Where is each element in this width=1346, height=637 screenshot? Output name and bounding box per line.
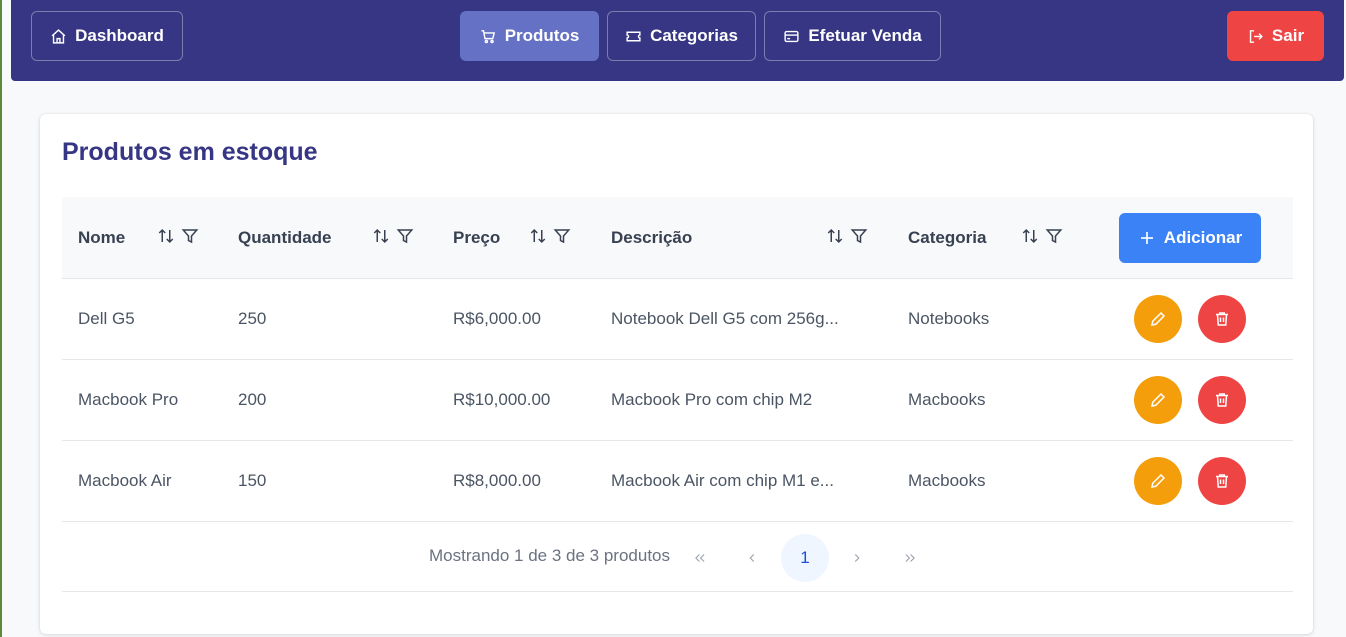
- sort-icon[interactable]: [826, 227, 844, 245]
- column-header-nome: Nome: [78, 228, 126, 247]
- pagination: Mostrando 1 de 3 de 3 produtos 1: [62, 522, 1293, 592]
- delete-button[interactable]: [1198, 295, 1246, 343]
- cell-categoria: Macbooks: [908, 471, 986, 490]
- dashboard-button[interactable]: Dashboard: [31, 11, 183, 61]
- table-row: Macbook Air 150 R$8,000.00 Macbook Air c…: [62, 441, 1293, 522]
- filter-icon[interactable]: [396, 227, 414, 245]
- sort-icon[interactable]: [1021, 227, 1039, 245]
- trash-icon: [1216, 474, 1228, 488]
- sort-icon[interactable]: [372, 227, 390, 245]
- cell-nome: Macbook Air: [78, 471, 172, 490]
- home-icon: [51, 28, 66, 44]
- credit-card-icon: [784, 30, 799, 42]
- sair-button[interactable]: Sair: [1227, 11, 1324, 61]
- cell-preco: R$10,000.00: [453, 390, 551, 409]
- produtos-button[interactable]: Produtos: [460, 11, 599, 61]
- top-navbar: Dashboard Produtos Categorias Efetuar Ve…: [11, 0, 1344, 81]
- filter-icon[interactable]: [181, 227, 199, 245]
- column-header-preco: Preço: [453, 228, 501, 247]
- page-button-current[interactable]: 1: [781, 534, 829, 582]
- trash-icon: [1216, 393, 1228, 407]
- table-row: Dell G5 250 R$6,000.00 Notebook Dell G5 …: [62, 279, 1293, 360]
- table-row: Macbook Pro 200 R$10,000.00 Macbook Pro …: [62, 360, 1293, 441]
- sort-icon[interactable]: [529, 227, 547, 245]
- delete-button[interactable]: [1198, 376, 1246, 424]
- sign-out-icon: [1249, 29, 1263, 43]
- chevron-right-icon: [854, 554, 860, 562]
- cell-quantidade: 250: [238, 309, 267, 328]
- products-table: Nome Quantidade Preço Descrição Categori…: [62, 197, 1293, 592]
- delete-button[interactable]: [1198, 457, 1246, 505]
- add-product-button[interactable]: Adicionar: [1119, 213, 1261, 263]
- efetuar-venda-label: Efetuar Venda: [808, 26, 922, 45]
- cell-preco: R$6,000.00: [453, 309, 541, 328]
- table-header: Nome Quantidade Preço Descrição Categori…: [62, 197, 1293, 279]
- edit-button[interactable]: [1134, 295, 1182, 343]
- double-chevron-left-icon: [695, 554, 705, 562]
- ticket-icon: [626, 31, 641, 41]
- cell-categoria: Notebooks: [908, 309, 990, 328]
- last-page-button[interactable]: [886, 534, 934, 582]
- plus-icon: [1140, 232, 1153, 244]
- edit-button[interactable]: [1134, 376, 1182, 424]
- edit-button[interactable]: [1134, 457, 1182, 505]
- first-page-button[interactable]: [676, 534, 724, 582]
- sort-icon[interactable]: [157, 227, 175, 245]
- column-header-categoria: Categoria: [908, 228, 987, 247]
- categorias-label: Categorias: [650, 26, 738, 45]
- cell-quantidade: 150: [238, 471, 267, 490]
- products-card: Produtos em estoque Nome Quantidade Preç…: [40, 114, 1313, 634]
- cell-nome: Dell G5: [78, 309, 135, 328]
- filter-icon[interactable]: [850, 227, 868, 245]
- column-header-quantidade: Quantidade: [238, 228, 332, 247]
- chevron-left-icon: [749, 554, 755, 562]
- pencil-icon: [1151, 473, 1166, 488]
- pencil-icon: [1151, 311, 1166, 326]
- page-title: Produtos em estoque: [62, 138, 318, 166]
- cell-descricao: Notebook Dell G5 com 256g...: [611, 309, 839, 328]
- column-header-descricao: Descrição: [611, 228, 693, 247]
- pagination-summary: Mostrando 1 de 3 de 3 produtos: [429, 546, 670, 565]
- dashboard-label: Dashboard: [75, 26, 164, 45]
- produtos-label: Produtos: [504, 26, 580, 45]
- cell-categoria: Macbooks: [908, 390, 986, 409]
- cell-quantidade: 200: [238, 390, 267, 409]
- pencil-icon: [1151, 392, 1166, 407]
- efetuar-venda-button[interactable]: Efetuar Venda: [764, 11, 941, 61]
- add-product-label: Adicionar: [1163, 228, 1243, 247]
- cart-icon: [481, 29, 495, 43]
- prev-page-button[interactable]: [728, 534, 776, 582]
- cell-descricao: Macbook Pro com chip M2: [611, 390, 813, 409]
- sair-label: Sair: [1271, 26, 1305, 45]
- double-chevron-right-icon: [905, 554, 915, 562]
- cell-nome: Macbook Pro: [78, 390, 179, 409]
- cell-descricao: Macbook Air com chip M1 e...: [611, 471, 834, 490]
- next-page-button[interactable]: [833, 534, 881, 582]
- trash-icon: [1216, 312, 1228, 326]
- filter-icon[interactable]: [1045, 227, 1063, 245]
- categorias-button[interactable]: Categorias: [607, 11, 756, 61]
- cell-preco: R$8,000.00: [453, 471, 541, 490]
- filter-icon[interactable]: [553, 227, 571, 245]
